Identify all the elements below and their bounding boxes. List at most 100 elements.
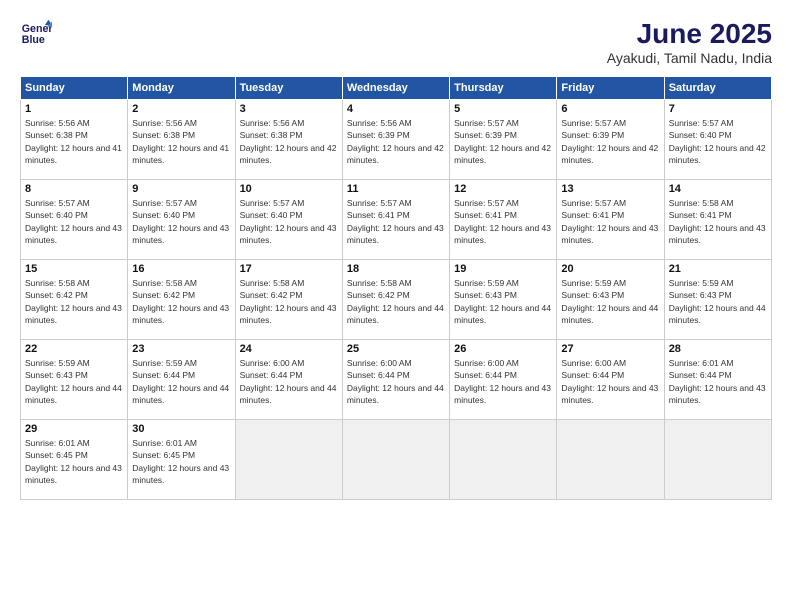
calendar-subtitle: Ayakudi, Tamil Nadu, India: [607, 50, 772, 66]
page: General Blue June 2025 Ayakudi, Tamil Na…: [0, 0, 792, 612]
calendar-row-5: 29 Sunrise: 6:01 AMSunset: 6:45 PMDayligh…: [21, 420, 772, 500]
day-number: 11: [347, 183, 445, 195]
day-info: Sunrise: 5:58 AMSunset: 6:42 PMDaylight:…: [132, 277, 230, 326]
day-number: 16: [132, 263, 230, 275]
day-info: Sunrise: 5:58 AMSunset: 6:42 PMDaylight:…: [240, 277, 338, 326]
day-cell-30: 30 Sunrise: 6:01 AMSunset: 6:45 PMDayligh…: [128, 420, 235, 500]
day-number: 19: [454, 263, 552, 275]
day-cell-4: 4Sunrise: 5:56 AMSunset: 6:39 PMDaylight…: [342, 100, 449, 180]
day-info: Sunrise: 5:57 AMSunset: 6:40 PMDaylight:…: [25, 197, 123, 246]
weekday-wednesday: Wednesday: [342, 77, 449, 100]
day-number: 2: [132, 103, 230, 115]
day-cell-6: 6Sunrise: 5:57 AMSunset: 6:39 PMDaylight…: [557, 100, 664, 180]
day-number: 1: [25, 103, 123, 115]
day-number: 20: [561, 263, 659, 275]
day-info: Sunrise: 5:58 AMSunset: 6:42 PMDaylight:…: [25, 277, 123, 326]
day-cell-22: 22Sunrise: 5:59 AMSunset: 6:43 PMDayligh…: [21, 340, 128, 420]
day-cell-11: 11 Sunrise: 5:57 AMSunset: 6:41 PMDayligh…: [342, 180, 449, 260]
day-info: Sunrise: 6:01 AMSunset: 6:44 PMDaylight:…: [669, 357, 767, 406]
svg-text:Blue: Blue: [22, 34, 45, 46]
day-info: Sunrise: 5:57 AMSunset: 6:41 PMDaylight:…: [454, 197, 552, 246]
calendar-row-3: 15 Sunrise: 5:58 AMSunset: 6:42 PMDayligh…: [21, 260, 772, 340]
header: General Blue June 2025 Ayakudi, Tamil Na…: [20, 18, 772, 66]
day-cell-20: 20Sunrise: 5:59 AMSunset: 6:43 PMDayligh…: [557, 260, 664, 340]
day-info: Sunrise: 6:00 AMSunset: 6:44 PMDaylight:…: [240, 357, 338, 406]
day-number: 17: [240, 263, 338, 275]
day-cell-16: 16 Sunrise: 5:58 AMSunset: 6:42 PMDayligh…: [128, 260, 235, 340]
day-info: Sunrise: 6:01 AMSunset: 6:45 PMDaylight:…: [132, 437, 230, 486]
day-number: 22: [25, 343, 123, 355]
day-number: 18: [347, 263, 445, 275]
day-info: Sunrise: 5:57 AMSunset: 6:41 PMDaylight:…: [347, 197, 445, 246]
day-info: Sunrise: 6:00 AMSunset: 6:44 PMDaylight:…: [454, 357, 552, 406]
day-cell-7: 7 Sunrise: 5:57 AMSunset: 6:40 PMDaylight…: [664, 100, 771, 180]
day-number: 26: [454, 343, 552, 355]
day-info: Sunrise: 5:57 AMSunset: 6:39 PMDaylight:…: [454, 117, 552, 166]
day-info: Sunrise: 5:56 AMSunset: 6:38 PMDaylight:…: [132, 117, 230, 166]
calendar-row-4: 22Sunrise: 5:59 AMSunset: 6:43 PMDayligh…: [21, 340, 772, 420]
day-cell-18: 18 Sunrise: 5:58 AMSunset: 6:42 PMDayligh…: [342, 260, 449, 340]
title-block: June 2025 Ayakudi, Tamil Nadu, India: [607, 18, 772, 66]
day-cell-12: 12 Sunrise: 5:57 AMSunset: 6:41 PMDayligh…: [450, 180, 557, 260]
day-cell-28: 28Sunrise: 6:01 AMSunset: 6:44 PMDayligh…: [664, 340, 771, 420]
weekday-thursday: Thursday: [450, 77, 557, 100]
day-number: 27: [561, 343, 659, 355]
day-cell-3: 3 Sunrise: 5:56 AMSunset: 6:38 PMDaylight…: [235, 100, 342, 180]
day-cell-25: 25Sunrise: 6:00 AMSunset: 6:44 PMDayligh…: [342, 340, 449, 420]
day-cell-26: 26 Sunrise: 6:00 AMSunset: 6:44 PMDayligh…: [450, 340, 557, 420]
day-cell-19: 19 Sunrise: 5:59 AMSunset: 6:43 PMDayligh…: [450, 260, 557, 340]
day-cell-2: 2 Sunrise: 5:56 AMSunset: 6:38 PMDaylight…: [128, 100, 235, 180]
day-number: 5: [454, 103, 552, 115]
day-cell-10: 10 Sunrise: 5:57 AMSunset: 6:40 PMDayligh…: [235, 180, 342, 260]
weekday-monday: Monday: [128, 77, 235, 100]
day-info: Sunrise: 5:58 AMSunset: 6:42 PMDaylight:…: [347, 277, 445, 326]
day-info: Sunrise: 5:59 AMSunset: 6:44 PMDaylight:…: [132, 357, 230, 406]
day-cell-14: 14 Sunrise: 5:58 AMSunset: 6:41 PMDayligh…: [664, 180, 771, 260]
day-cell-15: 15 Sunrise: 5:58 AMSunset: 6:42 PMDayligh…: [21, 260, 128, 340]
empty-cell: [342, 420, 449, 500]
day-cell-27: 27 Sunrise: 6:00 AMSunset: 6:44 PMDayligh…: [557, 340, 664, 420]
day-number: 14: [669, 183, 767, 195]
day-info: Sunrise: 5:57 AMSunset: 6:40 PMDaylight:…: [240, 197, 338, 246]
day-cell-21: 21 Sunrise: 5:59 AMSunset: 6:43 PMDayligh…: [664, 260, 771, 340]
logo: General Blue: [20, 18, 52, 50]
day-number: 9: [132, 183, 230, 195]
day-cell-29: 29 Sunrise: 6:01 AMSunset: 6:45 PMDayligh…: [21, 420, 128, 500]
day-number: 6: [561, 103, 659, 115]
day-info: Sunrise: 5:59 AMSunset: 6:43 PMDaylight:…: [454, 277, 552, 326]
day-number: 10: [240, 183, 338, 195]
calendar-row-2: 8 Sunrise: 5:57 AMSunset: 6:40 PMDaylight…: [21, 180, 772, 260]
day-info: Sunrise: 5:56 AMSunset: 6:38 PMDaylight:…: [25, 117, 123, 166]
day-number: 8: [25, 183, 123, 195]
day-info: Sunrise: 5:57 AMSunset: 6:41 PMDaylight:…: [561, 197, 659, 246]
day-info: Sunrise: 6:01 AMSunset: 6:45 PMDaylight:…: [25, 437, 123, 486]
calendar-table: SundayMondayTuesdayWednesdayThursdayFrid…: [20, 76, 772, 500]
empty-cell: [450, 420, 557, 500]
day-info: Sunrise: 5:58 AMSunset: 6:41 PMDaylight:…: [669, 197, 767, 246]
day-number: 23: [132, 343, 230, 355]
generalblue-logo-icon: General Blue: [20, 18, 52, 50]
day-number: 12: [454, 183, 552, 195]
day-number: 24: [240, 343, 338, 355]
day-number: 3: [240, 103, 338, 115]
day-cell-8: 8 Sunrise: 5:57 AMSunset: 6:40 PMDaylight…: [21, 180, 128, 260]
day-info: Sunrise: 5:57 AMSunset: 6:40 PMDaylight:…: [669, 117, 767, 166]
day-info: Sunrise: 5:57 AMSunset: 6:40 PMDaylight:…: [132, 197, 230, 246]
weekday-sunday: Sunday: [21, 77, 128, 100]
day-cell-23: 23 Sunrise: 5:59 AMSunset: 6:44 PMDayligh…: [128, 340, 235, 420]
day-number: 30: [132, 423, 230, 435]
day-info: Sunrise: 6:00 AMSunset: 6:44 PMDaylight:…: [347, 357, 445, 406]
day-info: Sunrise: 5:59 AMSunset: 6:43 PMDaylight:…: [669, 277, 767, 326]
day-number: 7: [669, 103, 767, 115]
day-cell-1: 1 Sunrise: 5:56 AMSunset: 6:38 PMDaylight…: [21, 100, 128, 180]
weekday-friday: Friday: [557, 77, 664, 100]
day-info: Sunrise: 6:00 AMSunset: 6:44 PMDaylight:…: [561, 357, 659, 406]
day-number: 21: [669, 263, 767, 275]
weekday-tuesday: Tuesday: [235, 77, 342, 100]
empty-cell: [557, 420, 664, 500]
day-number: 29: [25, 423, 123, 435]
day-info: Sunrise: 5:56 AMSunset: 6:38 PMDaylight:…: [240, 117, 338, 166]
weekday-saturday: Saturday: [664, 77, 771, 100]
day-number: 13: [561, 183, 659, 195]
day-number: 15: [25, 263, 123, 275]
